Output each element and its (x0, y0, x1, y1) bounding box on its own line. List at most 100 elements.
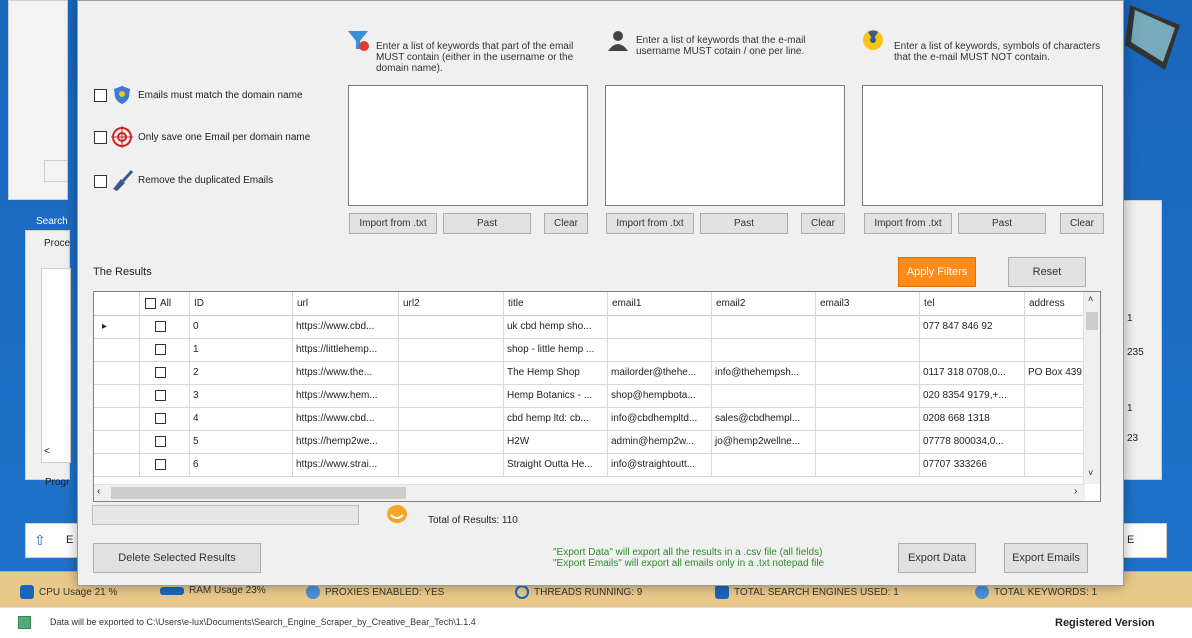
remove-duplicates-checkbox[interactable] (94, 175, 107, 188)
row-selector[interactable] (94, 431, 140, 454)
table-row[interactable]: ▸ 0 https://www.cbd... uk cbd hemp sho... 07… (94, 316, 1085, 339)
header-url[interactable]: url (293, 292, 399, 316)
match-domain-checkbox[interactable] (94, 89, 107, 102)
row-checkbox-cell[interactable] (140, 431, 190, 454)
row-checkbox[interactable] (155, 390, 166, 401)
cell-email1[interactable]: shop@hempbota... (608, 385, 712, 408)
cell-url[interactable]: https://www.cbd... (293, 408, 399, 431)
cell-id[interactable]: 4 (190, 408, 293, 431)
cell-tel[interactable] (920, 339, 1025, 362)
cell-email2[interactable]: sales@cbdhempl... (712, 408, 816, 431)
cell-title[interactable]: Straight Outta He... (504, 454, 608, 477)
scroll-down-icon[interactable]: ˅ (1088, 468, 1093, 478)
header-id[interactable]: ID (190, 292, 293, 316)
panel1-paste-button[interactable]: Past (443, 213, 531, 234)
export-button-bg[interactable]: ⇧ E (25, 523, 80, 558)
cell-email1[interactable]: mailorder@thehe... (608, 362, 712, 385)
panel2-import-button[interactable]: Import from .txt (606, 213, 694, 234)
cell-title[interactable]: Hemp Botanics - ... (504, 385, 608, 408)
panel1-clear-button[interactable]: Clear (544, 213, 588, 234)
delete-selected-button[interactable]: Delete Selected Results (93, 543, 261, 573)
results-grid[interactable]: All ID url url2 title email1 email2 emai… (93, 291, 1101, 502)
cell-email1[interactable]: admin@hemp2w... (608, 431, 712, 454)
cell-email3[interactable] (816, 408, 920, 431)
header-select-all[interactable]: All (140, 292, 190, 316)
panel3-import-button[interactable]: Import from .txt (864, 213, 952, 234)
horizontal-scroll-thumb[interactable] (111, 487, 406, 499)
cell-url[interactable]: https://littlehemp... (293, 339, 399, 362)
vertical-scrollbar[interactable]: ˄ ˅ (1083, 292, 1100, 484)
cell-tel[interactable]: 077 847 846 92 (920, 316, 1025, 339)
cell-tel[interactable]: 07707 333266 (920, 454, 1025, 477)
row-selector[interactable] (94, 339, 140, 362)
cell-id[interactable]: 2 (190, 362, 293, 385)
cell-id[interactable]: 3 (190, 385, 293, 408)
cell-email3[interactable] (816, 385, 920, 408)
scroll-right-arrow-icon[interactable]: › (1074, 486, 1077, 497)
panel1-import-button[interactable]: Import from .txt (349, 213, 437, 234)
row-checkbox[interactable] (155, 367, 166, 378)
row-checkbox-cell[interactable] (140, 408, 190, 431)
row-checkbox-cell[interactable] (140, 385, 190, 408)
cell-url2[interactable] (399, 362, 504, 385)
cell-url[interactable]: https://www.hem... (293, 385, 399, 408)
cell-address[interactable] (1025, 408, 1085, 431)
header-address[interactable]: address (1025, 292, 1085, 316)
table-row[interactable]: 2 https://www.the... The Hemp Shop mailorde… (94, 362, 1085, 385)
cell-email2[interactable] (712, 339, 816, 362)
horizontal-scrollbar[interactable]: ‹ › (94, 484, 1085, 501)
row-checkbox[interactable] (155, 413, 166, 424)
header-email1[interactable]: email1 (608, 292, 712, 316)
cell-url2[interactable] (399, 431, 504, 454)
reset-button[interactable]: Reset (1008, 257, 1086, 287)
cell-address[interactable] (1025, 431, 1085, 454)
table-row[interactable]: 6 https://www.strai... Straight Outta He..… (94, 454, 1085, 477)
cell-email2[interactable]: info@thehempsh... (712, 362, 816, 385)
right-button-bg[interactable]: E (1122, 523, 1167, 558)
cell-title[interactable]: The Hemp Shop (504, 362, 608, 385)
export-emails-button[interactable]: Export Emails (1004, 543, 1088, 573)
cell-email3[interactable] (816, 316, 920, 339)
row-selector[interactable] (94, 454, 140, 477)
row-checkbox[interactable] (155, 321, 166, 332)
cell-email2[interactable] (712, 454, 816, 477)
header-tel[interactable]: tel (920, 292, 1025, 316)
cell-address[interactable] (1025, 385, 1085, 408)
cell-tel[interactable]: 0208 668 1318 (920, 408, 1025, 431)
cell-tel[interactable]: 07778 800034,0... (920, 431, 1025, 454)
cell-email1[interactable]: info@straightoutt... (608, 454, 712, 477)
header-url2[interactable]: url2 (399, 292, 504, 316)
row-selector[interactable] (94, 408, 140, 431)
cell-url2[interactable] (399, 339, 504, 362)
cell-id[interactable]: 1 (190, 339, 293, 362)
panel3-clear-button[interactable]: Clear (1060, 213, 1104, 234)
row-selector[interactable] (94, 362, 140, 385)
panel1-keywords-input[interactable] (348, 85, 588, 206)
cell-url2[interactable] (399, 316, 504, 339)
panel3-paste-button[interactable]: Past (958, 213, 1046, 234)
row-selector[interactable] (94, 385, 140, 408)
select-all-checkbox[interactable] (145, 298, 156, 309)
cell-tel[interactable]: 020 8354 9179,+... (920, 385, 1025, 408)
cell-email2[interactable] (712, 385, 816, 408)
cell-id[interactable]: 0 (190, 316, 293, 339)
cell-email1[interactable] (608, 316, 712, 339)
cell-url[interactable]: https://www.cbd... (293, 316, 399, 339)
panel3-keywords-input[interactable] (862, 85, 1103, 206)
row-checkbox[interactable] (155, 344, 166, 355)
row-selector[interactable]: ▸ (94, 316, 140, 339)
header-email3[interactable]: email3 (816, 292, 920, 316)
cell-email3[interactable] (816, 339, 920, 362)
left-button[interactable] (44, 160, 68, 182)
table-row[interactable]: 3 https://www.hem... Hemp Botanics - ... sh… (94, 385, 1085, 408)
row-checkbox[interactable] (155, 459, 166, 470)
cell-title[interactable]: H2W (504, 431, 608, 454)
row-checkbox-cell[interactable] (140, 454, 190, 477)
cell-address[interactable] (1025, 339, 1085, 362)
cell-url[interactable]: https://hemp2we... (293, 431, 399, 454)
cell-url[interactable]: https://www.strai... (293, 454, 399, 477)
panel2-keywords-input[interactable] (605, 85, 845, 206)
header-title[interactable]: title (504, 292, 608, 316)
scroll-left-icon[interactable]: < (44, 446, 50, 457)
cell-id[interactable]: 5 (190, 431, 293, 454)
